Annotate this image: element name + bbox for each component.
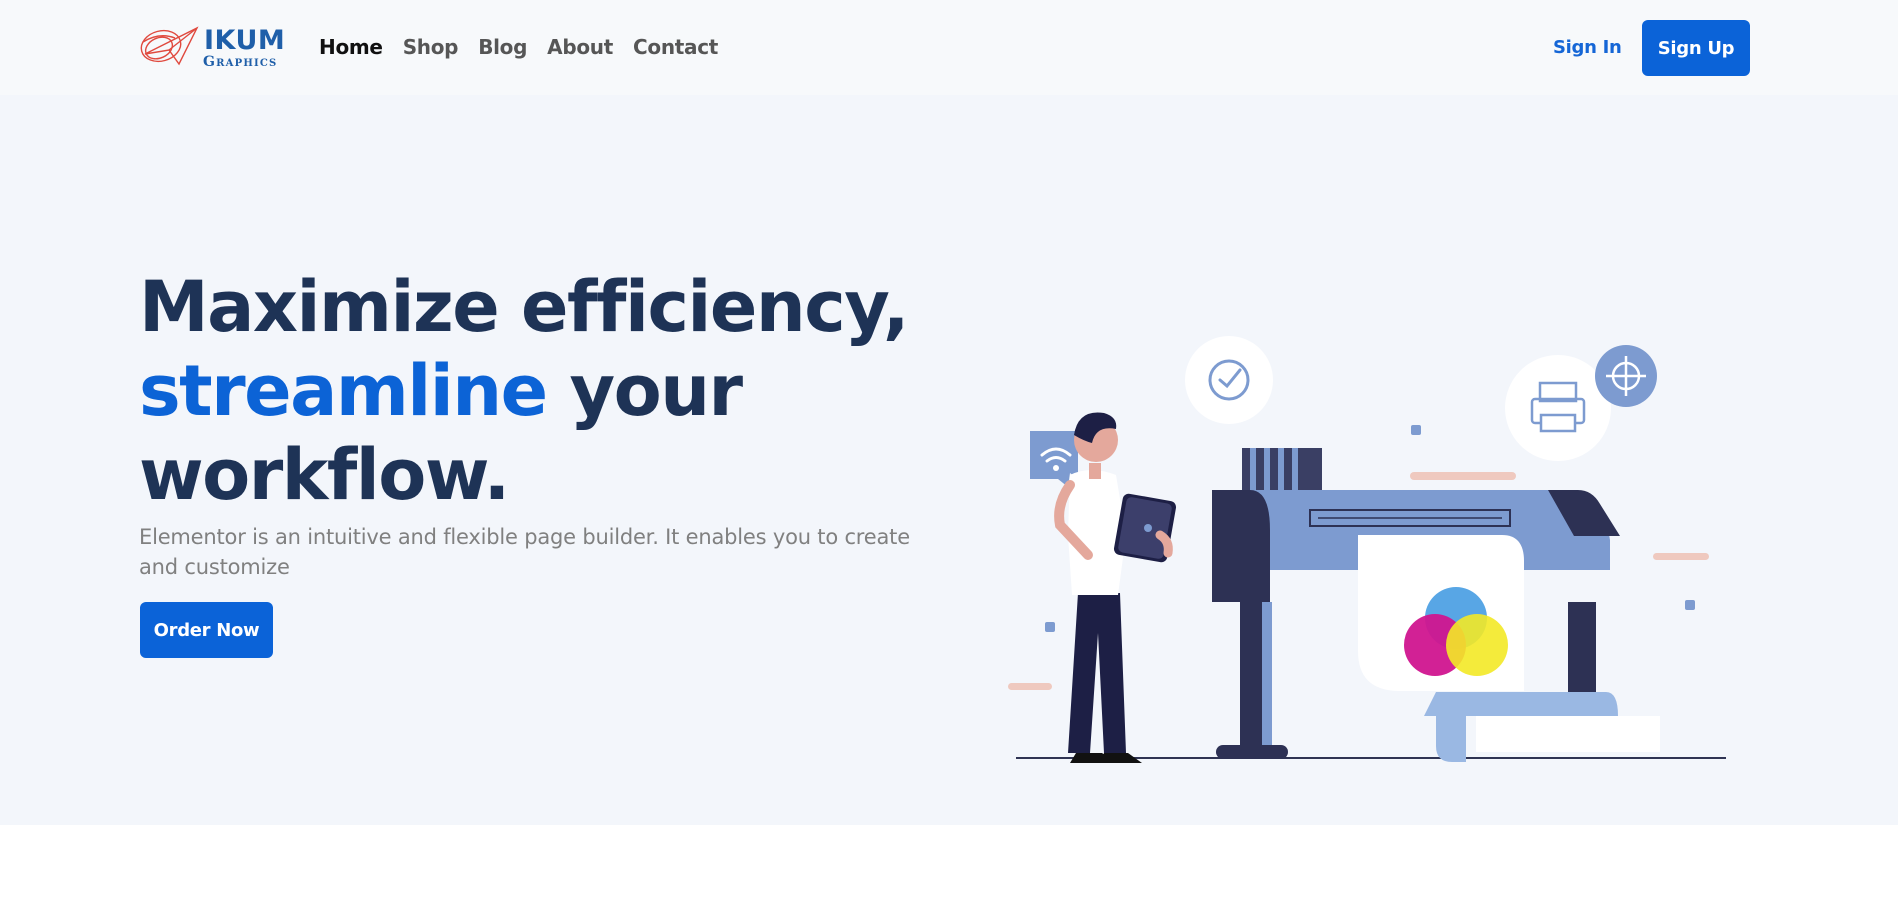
headline-line-1: Maximize efficiency,	[139, 266, 910, 348]
headline-line-2: your	[546, 350, 743, 432]
decor-square	[1685, 600, 1695, 610]
nav-about[interactable]: About	[547, 32, 613, 62]
headline-accent: streamline	[139, 350, 548, 432]
sign-in-link[interactable]: Sign In	[1553, 36, 1622, 60]
nav-contact[interactable]: Contact	[633, 32, 718, 62]
site-header: IKUM Graphics Home Shop Blog About Conta…	[0, 0, 1898, 95]
hero-headline: Maximize efficiency, streamline your wor…	[139, 265, 959, 517]
hero-section: Maximize efficiency, streamline your wor…	[0, 95, 1898, 825]
decor-bar	[1410, 472, 1516, 480]
clock-check-icon	[1185, 336, 1273, 424]
nav-blog[interactable]: Blog	[478, 32, 527, 62]
brand-tagline: Graphics	[203, 54, 278, 70]
headline-line-3: workflow.	[139, 434, 510, 516]
brand-name: IKUM	[204, 25, 286, 56]
decor-bar	[1008, 683, 1052, 690]
paper-plane-swirl-icon	[140, 26, 199, 66]
nav-home[interactable]: Home	[319, 32, 383, 62]
printer-icon	[1505, 355, 1611, 461]
sign-up-button[interactable]: Sign Up	[1642, 20, 1750, 76]
hero-subtext: Elementor is an intuitive and flexible p…	[139, 525, 910, 579]
decor-square	[1045, 622, 1055, 632]
main-nav: Home Shop Blog About Contact	[319, 32, 738, 62]
crosshair-icon	[1595, 345, 1657, 407]
brand-logo[interactable]: IKUM Graphics	[139, 24, 291, 72]
hero-illustration	[1008, 336, 1726, 763]
order-now-button[interactable]: Order Now	[140, 602, 273, 658]
decor-bar	[1653, 553, 1709, 560]
large-format-printer	[1212, 448, 1660, 762]
nav-shop[interactable]: Shop	[403, 32, 459, 62]
decor-square	[1411, 425, 1421, 435]
